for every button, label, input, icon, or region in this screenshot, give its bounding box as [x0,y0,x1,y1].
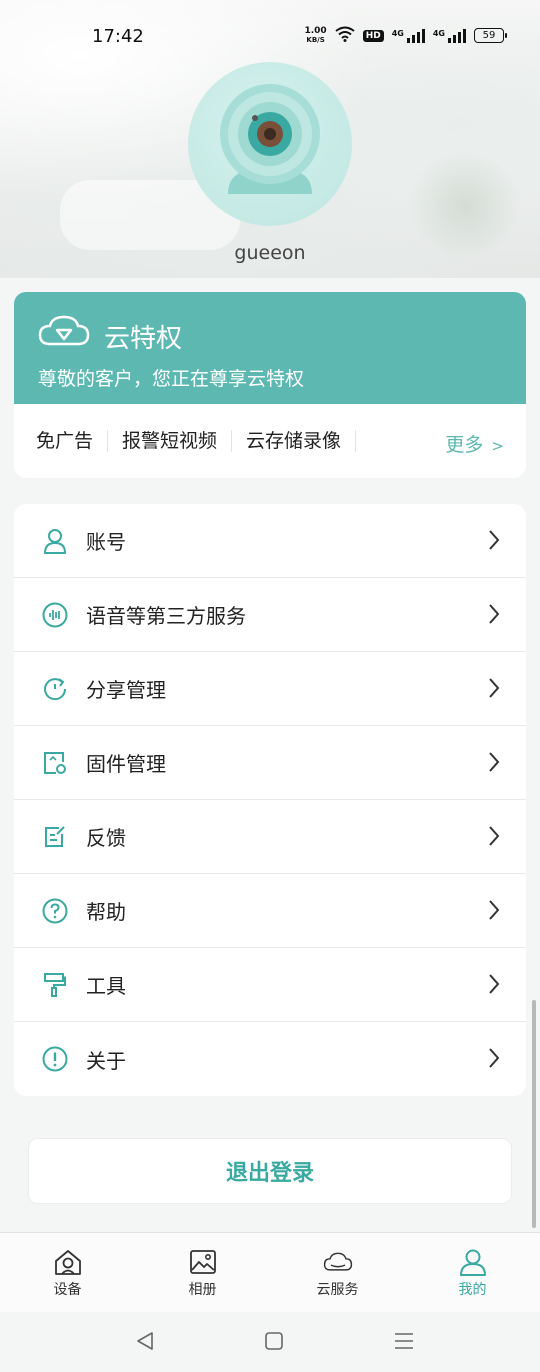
hd-badge: HD [362,29,384,42]
wifi-icon [335,26,355,45]
menu-item-tools[interactable]: 工具 [14,948,526,1022]
menu-item-label: 固件管理 [86,752,166,776]
more-label: 更多 [445,434,484,456]
share-icon [42,676,68,702]
chevron-right-icon [488,973,500,999]
chevron-right-icon [488,529,500,555]
chevron-right-icon [488,751,500,777]
voice-icon [42,602,68,628]
menu-item-help[interactable]: 帮助 [14,874,526,948]
help-icon [42,898,68,924]
back-icon[interactable] [134,1330,156,1356]
cloud-privilege-title: 云特权 [104,324,183,354]
signal-label: 4G [391,28,404,38]
cloud-icon [323,1247,353,1277]
album-icon [188,1247,218,1277]
menu-item-voice-services[interactable]: 语音等第三方服务 [14,578,526,652]
feature-alarm-video: 报警短视频 [108,430,233,452]
chevron-right-icon [488,899,500,925]
nav-label: 相册 [188,1282,217,1298]
cloud-diamond-icon [38,314,90,352]
status-time: 17:42 [92,26,144,47]
feedback-icon [42,824,68,850]
nav-item-cloud-service[interactable]: 云服务 [270,1233,405,1312]
cloud-privilege-card[interactable]: 云特权 尊敬的客户，您正在尊享云特权 免广告 报警短视频 云存储录像 更多 > [14,292,526,478]
battery-icon: 59 [474,28,507,43]
menu-item-account[interactable]: 账号 [14,504,526,578]
cloud-features: 免广告 报警短视频 云存储录像 更多 > [14,404,526,478]
bottom-nav: 设备 相册 云服务 我的 [0,1232,540,1312]
logout-button[interactable]: 退出登录 [28,1138,512,1204]
chevron-right-icon [488,603,500,629]
person-icon [458,1247,488,1277]
nav-label: 设备 [53,1282,82,1298]
chevron-right-icon: > [491,437,504,455]
menu-item-label: 关于 [86,1048,126,1073]
menu-item-label: 反馈 [86,826,126,850]
menu-item-about[interactable]: 关于 [14,1022,526,1096]
chevron-right-icon [488,677,500,703]
signal-label: 4G [432,28,445,38]
menu-item-label: 账号 [86,530,126,554]
home-button-icon[interactable] [263,1330,285,1356]
camera-icon [220,84,320,194]
network-speed-value: 1.00 [304,25,327,36]
nav-item-devices[interactable]: 设备 [0,1233,135,1312]
profile-header: 17:42 1.00 KB/S HD 4G 4G 59 gueeon [0,0,540,278]
nav-item-album[interactable]: 相册 [135,1233,270,1312]
tool-icon [42,972,68,998]
menu-item-label: 帮助 [86,900,126,924]
status-icons: 1.00 KB/S HD 4G 4G 59 [304,25,507,45]
feature-no-ads: 免广告 [36,430,109,452]
username: gueeon [234,242,306,264]
menu-item-firmware[interactable]: 固件管理 [14,726,526,800]
signal-icon: 4G [432,28,466,43]
avatar[interactable] [188,62,352,226]
about-icon [42,1046,68,1072]
battery-level: 59 [482,30,496,41]
more-button[interactable]: 更多 > [445,430,504,457]
system-navigation [0,1312,540,1372]
cloud-privilege-subtitle: 尊敬的客户，您正在尊享云特权 [38,368,305,390]
nav-label: 我的 [458,1282,487,1298]
network-speed-unit: KB/S [306,35,325,44]
chevron-right-icon [488,1047,500,1073]
menu-icon[interactable] [393,1330,415,1356]
feature-cloud-storage: 云存储录像 [232,430,357,452]
user-icon [42,528,68,554]
menu-item-label: 分享管理 [86,678,166,702]
network-speed: 1.00 KB/S [304,25,327,45]
menu-item-feedback[interactable]: 反馈 [14,800,526,874]
signal-icon: 4G [391,28,425,43]
menu-item-share[interactable]: 分享管理 [14,652,526,726]
scrollbar[interactable] [532,1000,536,1228]
menu-item-label: 工具 [86,974,126,998]
nav-item-mine[interactable]: 我的 [405,1233,540,1312]
status-bar: 17:42 1.00 KB/S HD 4G 4G 59 [0,18,540,54]
menu-item-label: 语音等第三方服务 [86,604,246,628]
chevron-right-icon [488,825,500,851]
firmware-icon [42,750,68,776]
home-icon [53,1247,83,1277]
settings-menu: 账号 语音等第三方服务 分享管理 固件管理 反馈 帮助 工具 关于 [14,504,526,1096]
nav-label: 云服务 [316,1282,359,1298]
cloud-privilege-banner: 云特权 尊敬的客户，您正在尊享云特权 [14,292,526,404]
